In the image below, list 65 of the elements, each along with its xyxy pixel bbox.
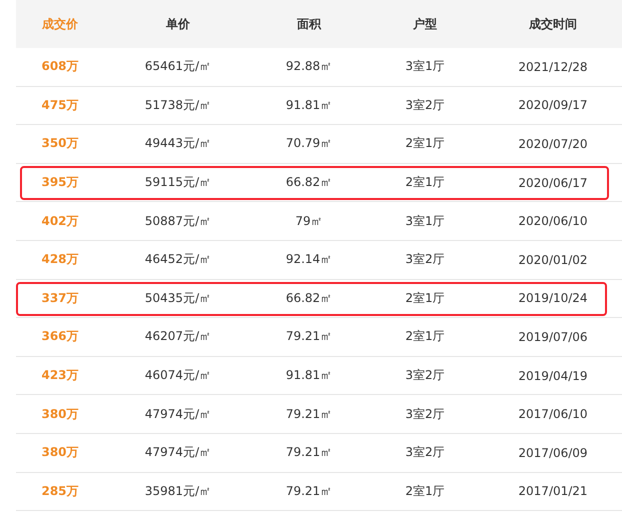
table-cell: 2021/12/28 [518,60,588,74]
table-cell: 3室2厅 [405,96,445,114]
table-cell: 91.81㎡ [286,96,332,114]
table-cell: 2020/06/10 [518,214,588,228]
table-cell: 3室1厅 [405,212,445,230]
price-cell: 380万 [41,444,79,462]
table-cell: 3室2厅 [405,367,445,384]
table-cell: 3室2厅 [405,444,445,462]
price-cell: 402万 [41,212,79,230]
table-cell: 92.88㎡ [286,58,332,76]
column-header: 面积 [297,16,321,32]
table-cell: 2室1厅 [405,482,445,500]
price-cell: 350万 [41,135,79,152]
table-cell: 66.82㎡ [286,290,332,307]
table-cell: 2019/10/24 [518,291,588,306]
table-cell: 2017/06/10 [518,407,588,422]
table-cell: 2室1厅 [405,174,445,192]
table-cell: 2室1厅 [405,290,445,307]
column-header: 单价 [166,16,190,32]
table-cell: 46074元/㎡ [144,367,212,384]
table-cell: 49443元/㎡ [144,135,212,152]
table-cell: 2室1厅 [405,135,445,152]
table-cell: 2020/09/17 [518,98,588,112]
table-cell: 2019/04/19 [518,368,588,383]
table-cell: 59115元/㎡ [144,174,212,192]
table-cell: 2017/06/09 [518,446,588,460]
table-cell: 3室2厅 [405,251,445,268]
price-cell: 475万 [41,96,79,114]
table-cell: 79.21㎡ [286,328,332,346]
table-cell: 79㎡ [295,212,323,230]
column-header: 成交时间 [529,16,577,32]
price-cell: 428万 [41,251,79,268]
price-cell: 380万 [41,406,79,423]
price-cell: 395万 [41,174,79,192]
table-cell: 50887元/㎡ [144,212,212,230]
table-cell: 2019/07/06 [518,330,588,344]
table-cell: 65461元/㎡ [144,58,212,76]
price-cell: 337万 [41,290,79,307]
column-header: 户型 [413,16,437,32]
table-cell: 79.21㎡ [286,406,332,423]
table-cell: 46207元/㎡ [144,328,212,346]
table-cell: 70.79㎡ [286,135,332,152]
price-cell: 423万 [41,367,79,384]
table-cell: 2020/01/02 [518,252,588,267]
price-cell: 608万 [41,58,79,76]
table-cell: 79.21㎡ [286,444,332,462]
table-cell: 79.21㎡ [286,482,332,500]
table-cell: 91.81㎡ [286,367,332,384]
table-cell: 3室1厅 [405,58,445,76]
table-cell: 66.82㎡ [286,174,332,192]
table-cell: 51738元/㎡ [144,96,212,114]
table-cell: 47974元/㎡ [144,406,212,423]
price-cell: 366万 [41,328,79,346]
table-cell: 50435元/㎡ [144,290,212,307]
table-cell: 3室2厅 [405,406,445,423]
table-cell: 46452元/㎡ [144,251,212,268]
table-cell: 2室1厅 [405,328,445,346]
price-cell: 285万 [41,482,79,500]
table-cell: 2017/01/21 [518,484,588,498]
table-cell: 47974元/㎡ [144,444,212,462]
table-cell: 2020/06/17 [518,176,588,190]
table-cell: 92.14㎡ [286,251,332,268]
table-cell: 35981元/㎡ [144,482,212,500]
table-cell: 2020/07/20 [518,136,588,151]
column-header: 成交价 [42,16,78,32]
